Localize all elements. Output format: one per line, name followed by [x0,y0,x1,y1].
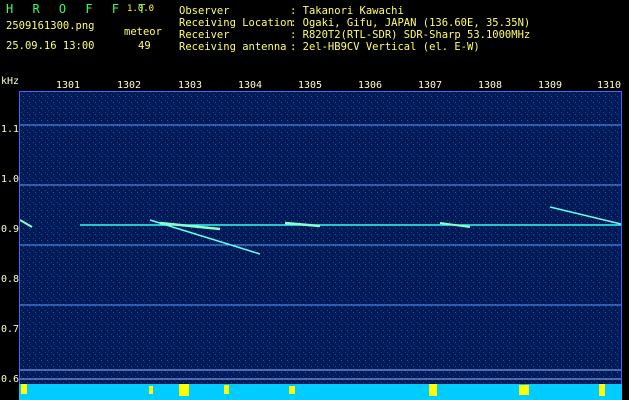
x-tick-1306: 1306 [357,80,383,91]
y-tick-0.7: 0.7 [1,324,20,335]
x-tick-1301: 1301 [55,80,81,91]
x-tick-1308: 1308 [477,80,503,91]
spectrogram [19,91,622,386]
x-tick-1310: 1310 [596,80,622,91]
signal-spikes [19,384,622,400]
y-tick-1.0: 1.0 [1,174,20,185]
y-tick-0.8: 0.8 [1,274,20,285]
meteor-count-value: 49 [138,40,151,52]
info-key-observer: Observer [179,5,230,17]
info-value-antenna: : 2el-HB9CV Vertical (el. E-W) [290,41,480,53]
x-tick-1303: 1303 [177,80,203,91]
x-tick-1309: 1309 [537,80,563,91]
y-tick-0.9: 0.9 [1,224,20,235]
x-tick-1302: 1302 [116,80,142,91]
y-axis-unit: kHz [1,76,20,87]
datetime: 25.09.16 13:00 [6,40,95,52]
spectrogram-svg [20,92,621,385]
header-panel: H R O F F T 1.0.0 2509161300.png 25.09.1… [0,0,629,75]
info-key-location: Receiving Location [179,17,293,29]
y-tick-0.6: 0.6 [1,374,20,385]
info-value-location: : Ogaki, Gifu, JAPAN (136.60E, 35.35N) [290,17,531,29]
info-value-observer: : Takanori Kawachi [290,5,404,17]
x-tick-1307: 1307 [417,80,443,91]
info-key-antenna: Receiving antenna [179,41,287,53]
info-key-receiver: Receiver [179,29,230,41]
filename: 2509161300.png [6,20,95,32]
meteor-count-label: meteor [124,26,162,38]
app-version: 1.0.0 [127,4,155,14]
x-tick-1305: 1305 [297,80,323,91]
y-tick-1.1: 1.1 [1,124,20,135]
x-tick-1304: 1304 [237,80,263,91]
info-value-receiver: : R820T2(RTL-SDR) SDR-Sharp 53.1000MHz [290,29,531,41]
signal-level-band [19,384,622,400]
noise-background [20,92,621,385]
